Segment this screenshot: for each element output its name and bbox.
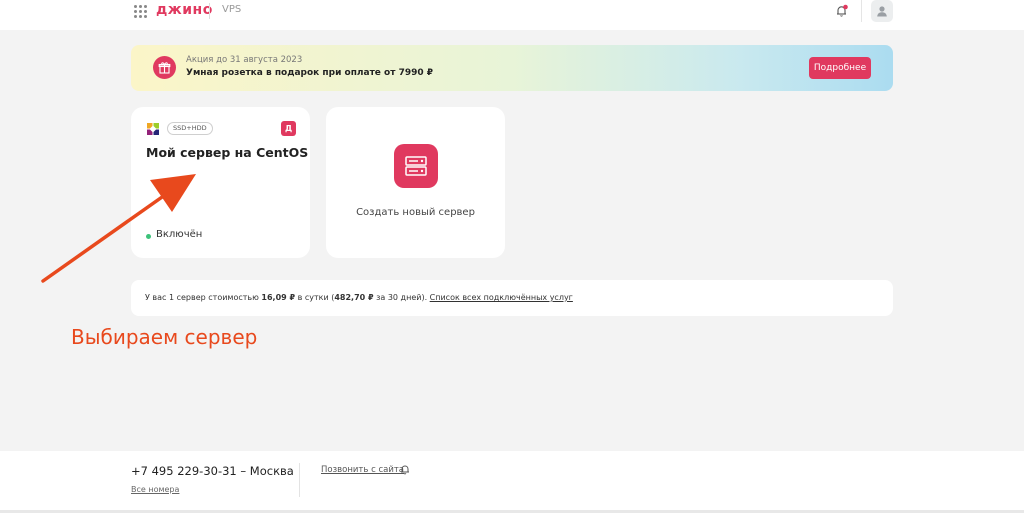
top-bar: джино VPS (0, 0, 1024, 30)
daily-cost: 16,09 ₽ (261, 293, 296, 302)
summary-text: У вас 1 сервер стоимостью 16,09 ₽ в сутк… (145, 293, 573, 302)
server-card[interactable]: SSD+HDD Д Мой сервер на CentOS Включён (131, 107, 310, 258)
summary-prefix: У вас 1 сервер стоимостью (145, 293, 262, 302)
footer-divider (299, 463, 300, 497)
annotation-text: Выбираем сервер (71, 325, 258, 349)
summary-suffix: за 30 дней). (373, 293, 430, 302)
provider-badge: Д (281, 121, 296, 136)
services-summary: У вас 1 сервер стоимостью 16,09 ₽ в сутк… (131, 280, 893, 316)
centos-logo-icon (147, 123, 159, 135)
summary-middle: в сутки ( (295, 293, 335, 302)
all-numbers-link[interactable]: Все номера (131, 485, 179, 494)
user-icon (877, 6, 887, 17)
top-divider (861, 0, 862, 22)
logo[interactable]: джино (156, 2, 213, 18)
promo-details-button[interactable]: Подробнее (809, 57, 871, 79)
status-text: Включён (156, 229, 203, 240)
promo-date: Акция до 31 августа 2023 (186, 55, 303, 65)
apps-grid-icon[interactable] (134, 5, 147, 18)
bell-icon (401, 465, 409, 475)
footer: +7 495 229-30-31 – Москва Все номера Поз… (0, 451, 1024, 511)
status-indicator (146, 234, 151, 239)
server-icon (394, 144, 438, 188)
monthly-cost: 482,70 ₽ (334, 293, 374, 302)
footer-phone[interactable]: +7 495 229-30-31 – Москва (131, 464, 294, 478)
promo-text: Умная розетка в подарок при оплате от 79… (186, 68, 434, 78)
call-from-site-link[interactable]: Позвонить с сайта (321, 465, 404, 475)
product-label: VPS (222, 4, 242, 15)
all-services-link[interactable]: Список всех подключённых услуг (430, 293, 573, 302)
server-name: Мой сервер на CentOS (146, 145, 309, 160)
avatar[interactable] (871, 0, 893, 22)
promo-banner: Акция до 31 августа 2023 Умная розетка в… (131, 45, 893, 91)
disk-type-badge: SSD+HDD (167, 122, 213, 135)
notification-bell-icon[interactable] (835, 4, 849, 18)
logo-divider (209, 3, 210, 19)
create-server-card[interactable]: Создать новый сервер (326, 107, 505, 258)
gift-icon (153, 56, 176, 79)
create-server-label: Создать новый сервер (356, 207, 475, 218)
